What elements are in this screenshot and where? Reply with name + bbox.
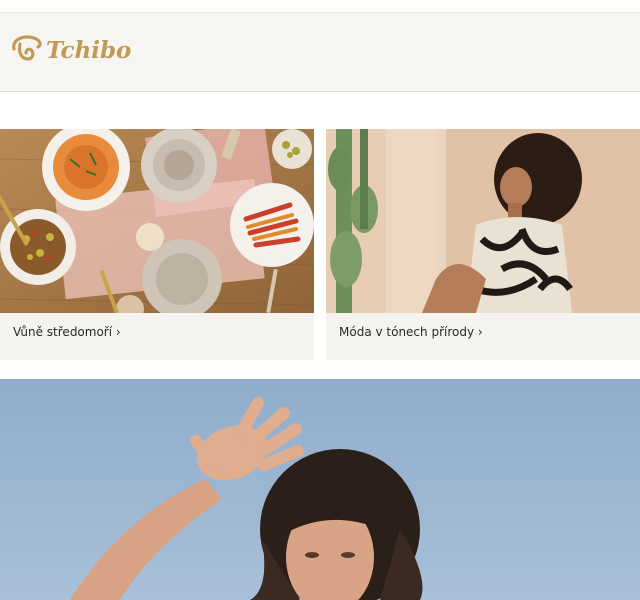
- hero-banner-image[interactable]: [0, 379, 640, 600]
- svg-text:Tchibo: Tchibo: [46, 37, 131, 64]
- promo-card-fashion[interactable]: Móda v tónech přírody ›: [326, 129, 640, 360]
- site-header: Tchibo: [0, 12, 640, 92]
- promo-card-mediterranean[interactable]: Vůně středomoří ›: [0, 129, 314, 360]
- fashion-model-image: [326, 129, 640, 313]
- tchibo-logo-icon: Tchibo: [12, 35, 131, 64]
- top-strip: [0, 0, 640, 12]
- tchibo-logo[interactable]: Tchibo: [10, 27, 134, 71]
- mediterranean-table-image: [0, 129, 314, 313]
- card-caption[interactable]: Móda v tónech přírody ›: [339, 325, 483, 339]
- card-caption[interactable]: Vůně středomoří ›: [13, 325, 121, 339]
